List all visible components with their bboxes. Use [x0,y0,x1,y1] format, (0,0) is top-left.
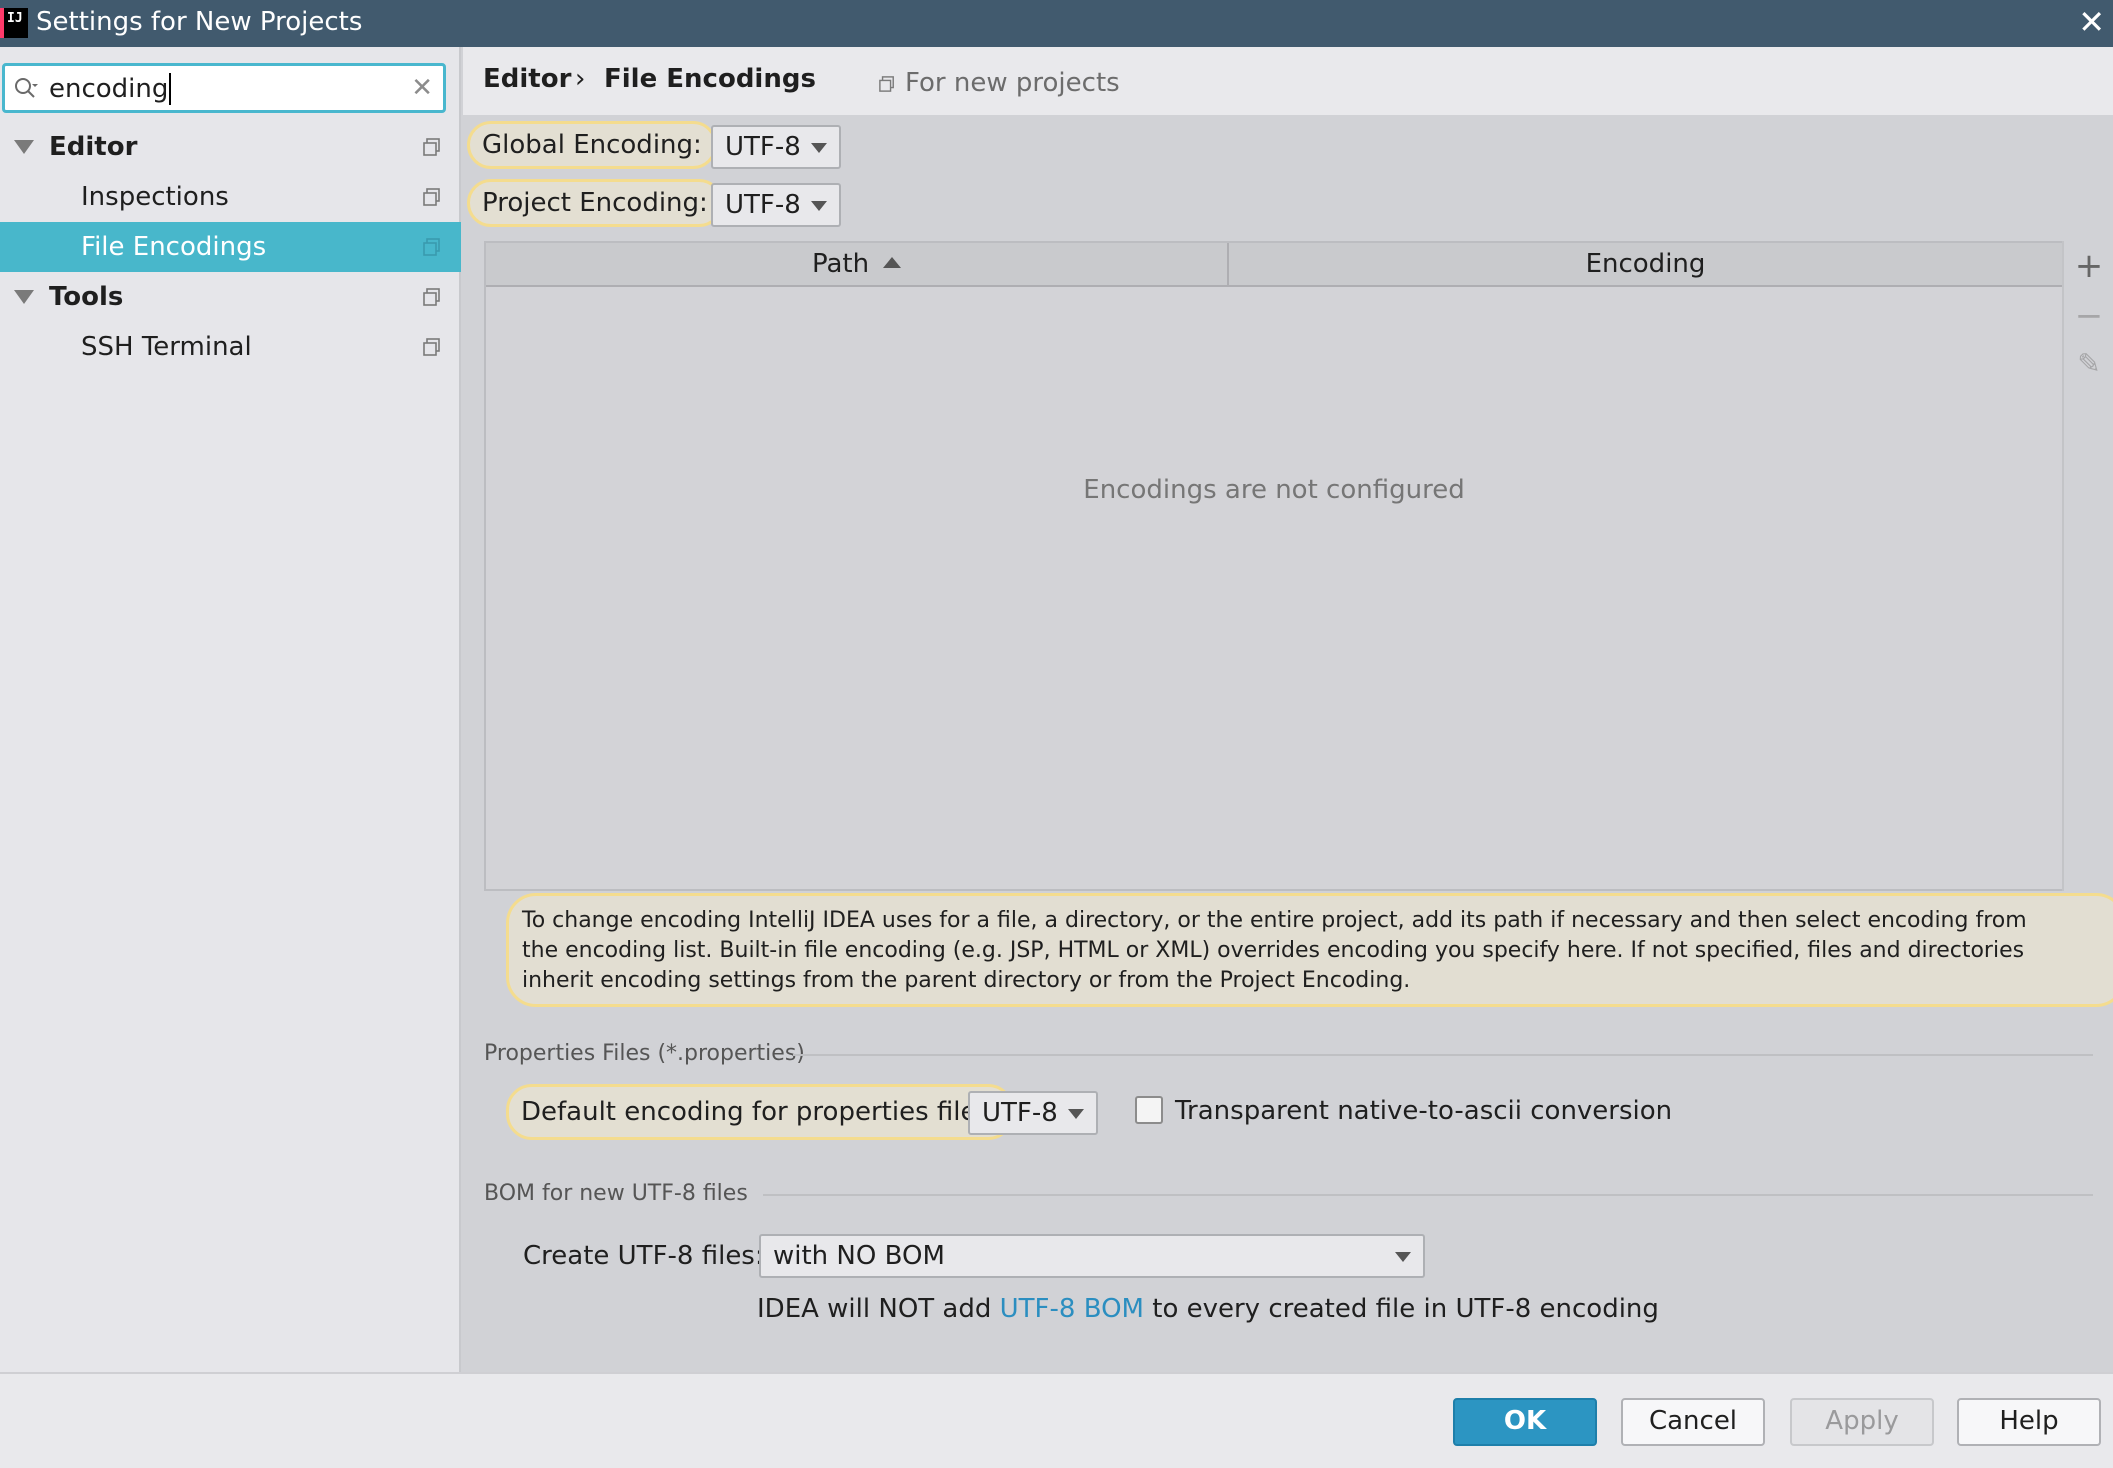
bom-note: IDEA will NOT add UTF-8 BOM to every cre… [757,1292,1659,1326]
window-title: Settings for New Projects [36,7,363,37]
search-icon [15,78,38,98]
sidebar-item-tools[interactable]: Tools [0,272,461,322]
path-encoding-table: Path Encoding Encodings are not configur… [484,241,2064,891]
properties-encoding-value: UTF-8 [982,1098,1058,1128]
sidebar-item-file-encodings[interactable]: File Encodings [0,222,461,272]
add-icon[interactable]: + [2074,249,2104,283]
project-scope-icon [879,76,894,92]
close-icon[interactable]: ✕ [2078,2,2105,42]
utf8-bom-link[interactable]: UTF-8 BOM [1000,1294,1144,1324]
table-header: Path Encoding [486,243,2062,287]
settings-sidebar: encoding ✕ Editor Inspections File Encod… [0,47,461,1372]
sidebar-item-inspections[interactable]: Inspections [0,172,461,222]
remove-icon[interactable]: − [2074,299,2104,333]
table-toolbar: + − ✎ [2062,241,2110,891]
properties-encoding-select[interactable]: UTF-8 [968,1091,1098,1135]
encoding-column-header[interactable]: Encoding [1229,243,2062,287]
cancel-button[interactable]: Cancel [1621,1398,1765,1446]
bom-section-title: BOM for new UTF-8 files [484,1181,748,1206]
path-column-label: Path [811,249,870,279]
table-empty-text: Encodings are not configured [1083,475,1465,505]
bom-select[interactable]: with NO BOM [759,1234,1425,1278]
global-encoding-select[interactable]: UTF-8 [711,125,841,169]
apply-button[interactable]: Apply [1790,1398,1934,1446]
help-button[interactable]: Help [1957,1398,2101,1446]
edit-icon[interactable]: ✎ [2074,349,2104,379]
breadcrumb-separator: › [575,64,586,94]
sidebar-item-ssh-terminal[interactable]: SSH Terminal [0,322,461,372]
section-divider [793,1054,2093,1056]
search-input[interactable]: encoding [49,73,172,105]
sidebar-item-label: SSH Terminal [81,332,252,362]
search-field[interactable]: encoding ✕ [2,63,446,113]
global-encoding-label: Global Encoding: [467,121,717,169]
project-encoding-select[interactable]: UTF-8 [711,183,841,227]
section-divider [763,1194,2093,1196]
sidebar-item-editor[interactable]: Editor [0,122,461,172]
scope-label: For new projects [905,68,1120,98]
project-scope-icon [423,138,440,156]
bom-note-suffix: to every created file in UTF-8 encoding [1143,1294,1659,1324]
expand-arrow-icon[interactable] [14,290,34,304]
chevron-down-icon [811,143,827,153]
chevron-down-icon [1068,1109,1084,1119]
project-scope-icon [423,188,440,206]
project-encoding-value: UTF-8 [725,190,801,220]
settings-content: Editor › File Encodings For new projects… [463,47,2113,1372]
clear-search-icon[interactable]: ✕ [411,72,433,104]
intellij-app-icon: IJ [0,8,28,38]
sidebar-item-label: File Encodings [81,232,267,262]
chevron-down-icon [811,201,827,211]
breadcrumb-file-encodings: File Encodings [604,64,816,94]
global-encoding-value: UTF-8 [725,132,801,162]
transparent-conversion-checkbox[interactable] [1135,1096,1163,1124]
bom-note-prefix: IDEA will NOT add [757,1294,1000,1324]
bom-select-value: with NO BOM [773,1241,945,1271]
encoding-help-text: To change encoding IntelliJ IDEA uses fo… [506,893,2113,1007]
breadcrumb: Editor › File Encodings For new projects [463,47,2113,115]
create-utf8-label: Create UTF-8 files: [523,1241,764,1271]
sort-ascending-icon [883,257,902,268]
sidebar-item-label: Editor [49,132,138,162]
project-scope-icon [423,288,440,306]
project-scope-icon [423,338,440,356]
ok-button[interactable]: OK [1453,1398,1597,1446]
project-encoding-label: Project Encoding: [467,179,723,227]
sidebar-item-label: Inspections [81,182,229,212]
properties-encoding-label: Default encoding for properties files: [506,1084,1014,1140]
expand-arrow-icon[interactable] [14,140,34,154]
sidebar-item-label: Tools [49,282,124,312]
breadcrumb-editor[interactable]: Editor [483,61,571,97]
path-column-header[interactable]: Path [486,243,1227,287]
title-bar: IJ Settings for New Projects ✕ [0,0,2113,47]
chevron-down-icon [1395,1252,1411,1262]
transparent-conversion-label[interactable]: Transparent native-to-ascii conversion [1175,1094,1672,1128]
project-scope-icon [423,238,440,256]
properties-section-title: Properties Files (*.properties) [484,1041,805,1066]
dialog-footer: OK Cancel Apply Help [0,1372,2113,1468]
